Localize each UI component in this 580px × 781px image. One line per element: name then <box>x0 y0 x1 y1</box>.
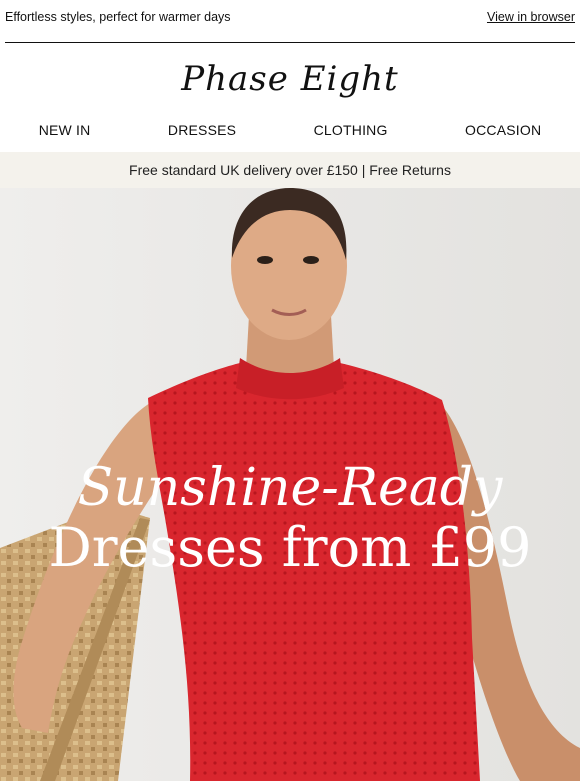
hero-banner[interactable]: Sunshine-Ready Dresses from £99 <box>0 188 580 781</box>
hero-headline: Sunshine-Ready Dresses from £99 <box>0 460 580 580</box>
delivery-banner-text: Free standard UK delivery over £150 | Fr… <box>129 162 451 178</box>
nav-item-new-in[interactable]: NEW IN <box>39 122 91 138</box>
header-divider <box>5 42 575 43</box>
preheader-tagline: Effortless styles, perfect for warmer da… <box>5 10 231 24</box>
brand-logo-text: Phase Eight <box>181 59 399 99</box>
preheader: Effortless styles, perfect for warmer da… <box>0 0 580 34</box>
nav-item-occasion[interactable]: OCCASION <box>465 122 541 138</box>
main-nav: NEW IN DRESSES CLOTHING OCCASION <box>0 109 580 151</box>
brand-logo[interactable]: Phase Eight <box>0 49 580 109</box>
nav-item-dresses[interactable]: DRESSES <box>168 122 236 138</box>
hero-headline-line2: Dresses from £99 <box>48 516 532 579</box>
view-in-browser-link[interactable]: View in browser <box>487 10 575 24</box>
hero-headline-line1: Sunshine-Ready <box>77 458 503 518</box>
delivery-banner[interactable]: Free standard UK delivery over £150 | Fr… <box>0 152 580 188</box>
nav-item-clothing[interactable]: CLOTHING <box>314 122 388 138</box>
